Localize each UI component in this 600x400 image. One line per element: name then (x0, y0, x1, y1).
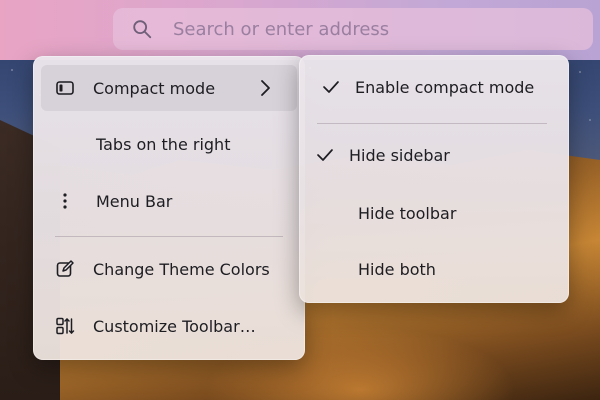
submenu-item-hide-both[interactable]: Hide both (307, 246, 561, 292)
menu-item-label: Change Theme Colors (93, 259, 270, 279)
customize-toolbar-icon (56, 317, 75, 335)
menu-item-label: Compact mode (93, 78, 216, 98)
menu-item-label: Tabs on the right (96, 134, 231, 154)
submenu-item-label: Hide toolbar (358, 203, 457, 223)
menu-item-change-theme-colors[interactable]: Change Theme Colors (41, 246, 297, 292)
chevron-right-icon (261, 80, 270, 96)
checkmark-icon (323, 81, 339, 93)
menu-item-label: Menu Bar (96, 191, 173, 211)
compact-mode-submenu: Enable compact mode Hide sidebar Hide to… (299, 55, 569, 303)
sidebar-panel-icon (56, 81, 74, 95)
submenu-item-hide-sidebar[interactable]: Hide sidebar (307, 132, 561, 178)
submenu-item-enable-compact-mode[interactable]: Enable compact mode (307, 64, 561, 110)
menu-separator (317, 123, 547, 124)
submenu-item-label: Enable compact mode (355, 77, 535, 97)
menu-item-customize-toolbar[interactable]: Customize Toolbar… (41, 303, 297, 349)
address-placeholder: Search or enter address (173, 18, 390, 40)
menu-item-label: Customize Toolbar… (93, 316, 256, 336)
submenu-item-label: Hide sidebar (349, 145, 450, 165)
edit-theme-icon (56, 260, 74, 277)
vertical-dots-icon (63, 193, 67, 209)
toolbar-context-menu: Compact mode Tabs on the right Menu Bar … (33, 56, 305, 360)
browser-toolbar: Search or enter address (0, 0, 600, 60)
menu-item-tabs-on-right[interactable]: Tabs on the right (41, 121, 297, 167)
checkmark-icon (317, 149, 333, 161)
submenu-item-label: Hide both (358, 259, 436, 279)
submenu-item-hide-toolbar[interactable]: Hide toolbar (307, 190, 561, 236)
menu-separator (55, 236, 283, 237)
address-bar[interactable]: Search or enter address (113, 8, 593, 50)
menu-item-menu-bar[interactable]: Menu Bar (41, 178, 297, 224)
menu-item-compact-mode[interactable]: Compact mode (41, 65, 297, 111)
search-icon (133, 20, 152, 39)
